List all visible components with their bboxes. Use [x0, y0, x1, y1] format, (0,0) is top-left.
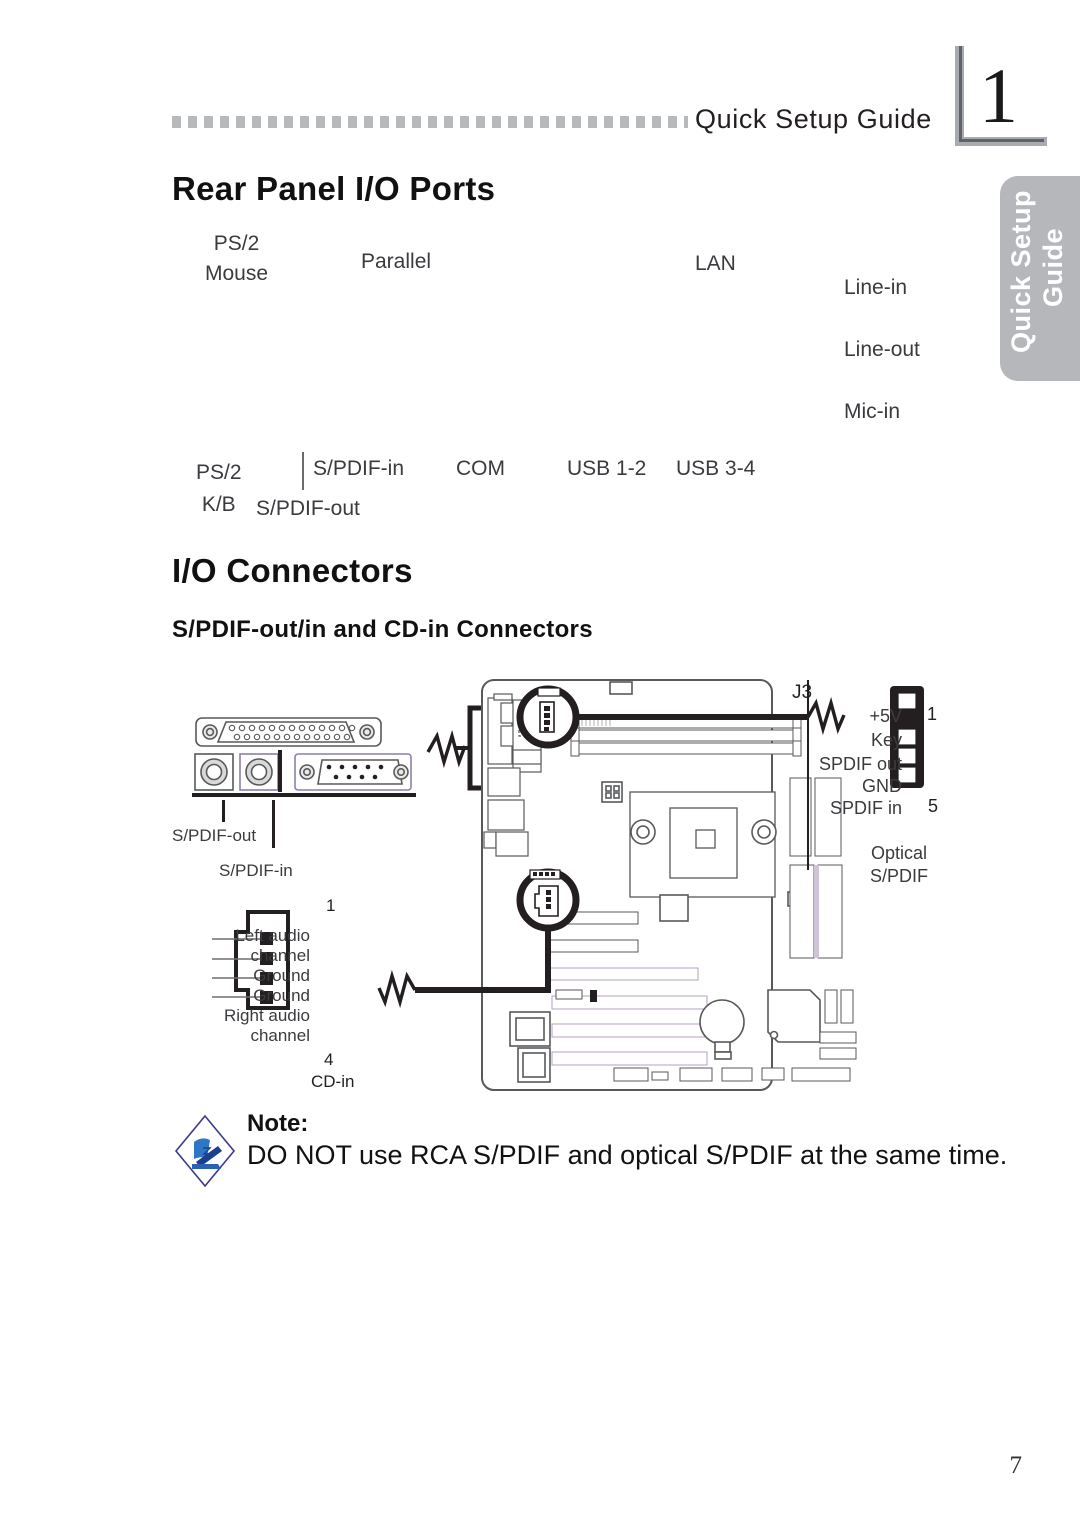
rear-panel-parallel-connector: [195, 717, 382, 747]
cdin-pin4-label-line2: channel: [250, 1026, 310, 1045]
label-parallel-port: Parallel: [361, 250, 432, 273]
j3-pin3-label: SPDIF out: [818, 754, 902, 774]
label-spdif-out-port: S/PDIF-out: [256, 497, 360, 520]
label-line-out-jack: Line-out: [844, 338, 920, 361]
heading-rear-panel-io-ports: Rear Panel I/O Ports: [172, 170, 496, 207]
bios-chip: [767, 989, 821, 1043]
spdif-in-pointer: [272, 800, 275, 848]
label-usb-3-4: USB 3-4: [676, 457, 756, 480]
label-ps2-kb-line2: K/B: [201, 493, 236, 516]
label-line-in-jack: Line-in: [844, 276, 908, 299]
cdin-pin1-label-line1: Left audio: [235, 926, 310, 945]
callout-cdin-magnifier: [516, 868, 580, 932]
chapter-number-badge: 1: [955, 46, 1047, 146]
memory-dimm-slots: [570, 714, 802, 757]
label-mic-in-jack: Mic-in: [844, 400, 900, 423]
j3-pin1-label: +5V: [869, 706, 902, 726]
side-tab-label-line2: Guide: [1038, 228, 1068, 308]
page-header-title: Quick Setup Guide: [695, 104, 932, 134]
j3-caption: Optical S/PDIF: [870, 842, 928, 888]
chipset-south: [659, 894, 689, 922]
cpu-fan-header: [609, 681, 633, 695]
j3-caption-line2: S/PDIF: [870, 866, 929, 886]
chapter-badge-vertical-bar-dark: [959, 46, 962, 142]
callout-j3-magnifier: [516, 685, 580, 749]
side-tab-label-line1: Quick Setup: [1006, 190, 1036, 354]
spdif-out-pointer: [222, 800, 225, 822]
cdin-pin4-label-line1: Right audio: [223, 1006, 310, 1025]
label-usb-1-2: USB 1-2: [567, 457, 647, 480]
label-lan-port: LAN: [695, 252, 736, 275]
note-text: DO NOT use RCA S/PDIF and optical S/PDIF…: [247, 1140, 1008, 1170]
chapter-number: 1: [979, 52, 1018, 139]
j3-pin2-label: Key: [870, 730, 902, 750]
figure-label-spdif-in: S/PDIF-in: [219, 861, 293, 880]
label-ps2-kb-line1: PS/2: [196, 461, 242, 484]
j3-pin5-label: SPDIF in: [829, 798, 902, 818]
label-com-port: COM: [456, 457, 505, 480]
label-ps2-mouse-line1: PS/2: [213, 232, 260, 255]
j3-connector-name: J3: [792, 682, 813, 703]
label-tick-mark: [302, 452, 304, 490]
cdin-pin1-label-line2: channel: [250, 946, 310, 965]
label-ps2-mouse-line2: Mouse: [205, 262, 269, 285]
rear-panel-rca-jacks: [194, 753, 279, 791]
figure-label-spdif-out: S/PDIF-out: [172, 826, 257, 845]
note-callout: Note: DO NOT use RCA S/PDIF and optical …: [172, 1110, 1022, 1207]
j3-pin-label-group: J3 +5V Key SPDIF out GND SPDIF in 1 5 Op…: [792, 682, 972, 894]
label-ps2-keyboard: PS/2 K/B: [196, 457, 242, 521]
atx-12v-connector: [601, 781, 623, 803]
heading-spdif-cdin-connectors: S/PDIF-out/in and CD-in Connectors: [172, 616, 593, 643]
io-controller-chip: [509, 1011, 551, 1047]
j3-pin-number-last: 5: [928, 796, 939, 816]
page-number: 7: [1009, 1452, 1023, 1479]
note-diamond-icon: [174, 1114, 236, 1188]
right-edge-headers: [819, 989, 857, 1060]
label-ps2-mouse: PS/2 Mouse: [205, 229, 268, 289]
cdin-pin3-label: Ground: [253, 986, 310, 1005]
note-label: Note:: [247, 1110, 309, 1137]
cdin-pin-number-last: 4: [324, 1050, 334, 1069]
cdin-connector-name: CD-in: [311, 1072, 355, 1091]
j3-pin-number-first: 1: [927, 704, 938, 724]
rear-panel-com-connector: [294, 753, 412, 791]
cdin-pin-number-first: 1: [326, 896, 336, 915]
header-dotted-rule: [172, 116, 688, 128]
cdin-pin-label-group: Left audio channel Ground Ground Right a…: [176, 896, 386, 1091]
cpu-socket: [629, 791, 777, 898]
side-tab-quick-setup-guide: Quick Setup Guide: [1000, 176, 1080, 381]
cdin-pin2-label: Ground: [253, 966, 310, 985]
heading-io-connectors: I/O Connectors: [172, 552, 413, 589]
j3-pin4-label: GND: [862, 776, 902, 796]
j3-caption-line1: Optical: [870, 843, 928, 863]
label-spdif-in-port: S/PDIF-in: [313, 457, 405, 480]
